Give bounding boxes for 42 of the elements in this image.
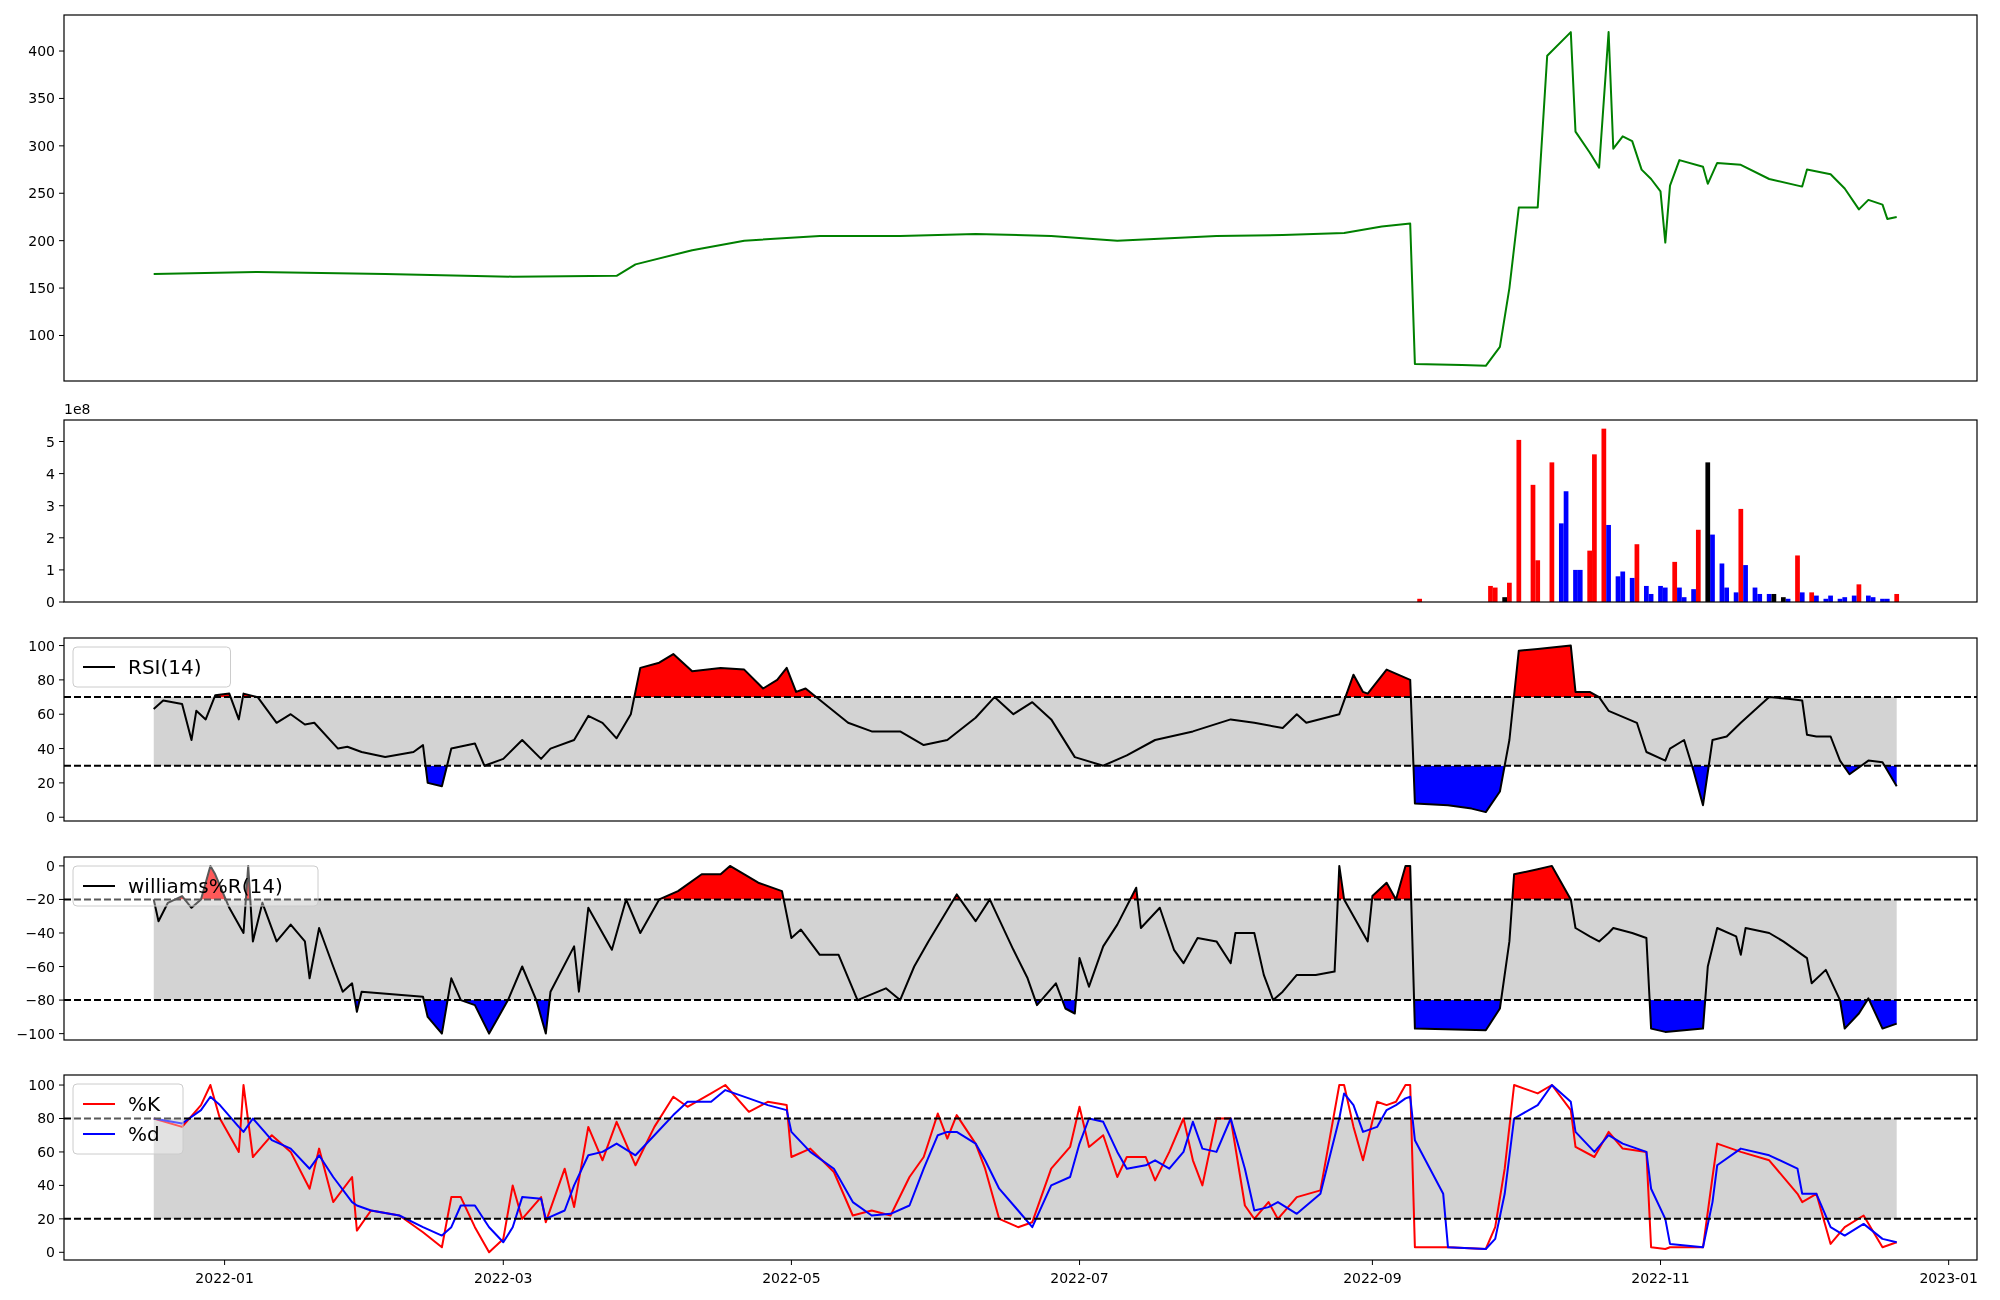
y-tick-label: −60 [25,958,55,975]
y-tick-label: −80 [25,992,55,1009]
legend-label: %d [128,1122,160,1146]
axis-offset-label: 1e8 [64,401,91,417]
y-tick-label: 100 [28,637,55,654]
y-tick-label: 20 [37,774,55,791]
y-tick-label: −100 [16,1025,55,1042]
x-tick-label: 2022-09 [1343,1270,1402,1286]
y-tick-label: 400 [28,43,55,60]
y-tick-label: 0 [46,809,55,826]
y-tick-label: 80 [37,671,55,688]
y-tick-label: 1 [46,561,55,578]
x-tick-label: 2023-01 [1919,1270,1978,1286]
x-tick-label: 2022-11 [1631,1270,1690,1286]
y-tick-label: 60 [37,706,55,723]
y-tick-label: 100 [28,327,55,344]
y-tick-label: 350 [28,90,55,107]
y-tick-label: 40 [37,740,55,757]
y-tick-label: 0 [46,857,55,874]
y-tick-label: 250 [28,185,55,202]
y-tick-label: 200 [28,232,55,249]
y-tick-label: 100 [28,1077,55,1094]
y-tick-label: 2 [46,529,55,546]
x-tick-label: 2022-01 [195,1270,254,1286]
legend-label: %K [128,1092,161,1116]
y-tick-label: 0 [46,594,55,610]
y-tick-label: 80 [37,1110,55,1127]
x-tick-label: 2022-03 [474,1270,533,1286]
x-tick-label: 2022-05 [762,1270,821,1286]
y-tick-label: 20 [37,1210,55,1227]
legend-label: RSI(14) [128,655,202,679]
y-tick-label: 60 [37,1143,55,1160]
y-tick-label: 3 [46,497,55,514]
y-tick-label: −40 [25,925,55,941]
y-tick-label: 150 [28,280,55,297]
y-tick-label: 4 [46,465,55,482]
x-tick-label: 2022-07 [1050,1270,1109,1286]
y-tick-label: 0 [46,1244,55,1261]
y-tick-label: 5 [46,433,55,450]
y-tick-label: 300 [28,137,55,154]
y-tick-label: 40 [37,1177,55,1194]
y-tick-label: −20 [25,891,55,908]
